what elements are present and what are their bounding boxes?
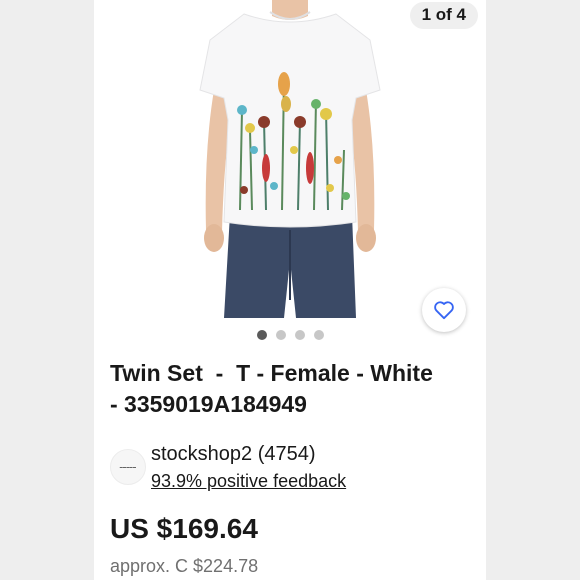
gallery-dot-4[interactable]: [313, 330, 324, 340]
heart-outline-icon: [434, 301, 454, 320]
seller-name[interactable]: stockshop2 (4754): [151, 443, 316, 466]
product-photo[interactable]: 1 of 4: [94, 0, 486, 318]
watchlist-button[interactable]: [422, 288, 466, 332]
seller-info[interactable]: ▬▬▬▬▬ stockshop2 (4754) 93.9% positive f…: [110, 441, 482, 493]
approx-price: approx. C $224.78: [110, 556, 259, 576]
listing-card: 1 of 4 Twin Set - T - Female - White - 3…: [94, 0, 486, 580]
seller-logo[interactable]: ▬▬▬▬▬: [110, 449, 146, 485]
image-counter: 1 of 4: [409, 2, 478, 29]
gallery-dot-1[interactable]: [256, 330, 267, 340]
right-background: [486, 0, 580, 580]
left-background: [0, 0, 94, 580]
tshirt-photo-illustration: [199, 0, 381, 318]
listing-title: Twin Set - T - Female - White - 3359019A…: [110, 360, 433, 417]
gallery-pagination: [94, 330, 486, 342]
gallery-dot-2[interactable]: [275, 330, 286, 340]
seller-feedback-link[interactable]: 93.9% positive feedback: [151, 471, 346, 492]
seller-logo-mark: ▬▬▬▬▬: [119, 465, 137, 469]
gallery-dot-3[interactable]: [294, 330, 305, 340]
price: US $169.64: [110, 513, 258, 544]
